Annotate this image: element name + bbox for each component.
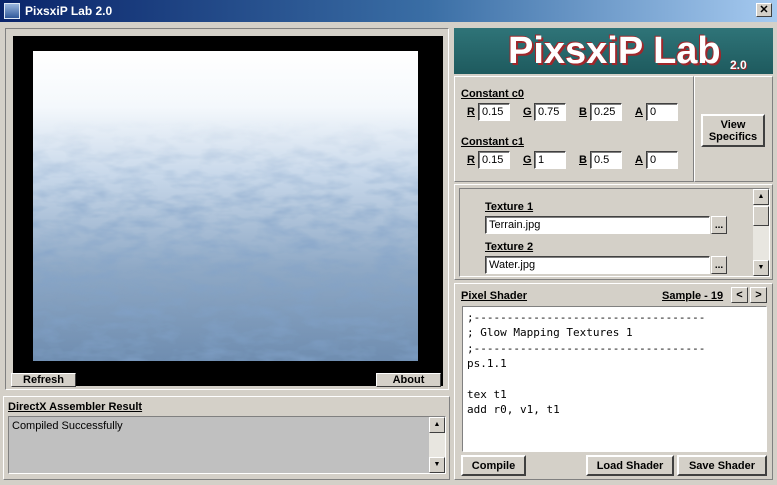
logo-text: PixsxiP Lab xyxy=(508,30,721,72)
save-shader-button[interactable]: Save Shader xyxy=(677,455,767,476)
logo-banner: PixsxiP Lab 2.0 xyxy=(454,28,773,74)
compile-button[interactable]: Compile xyxy=(461,455,526,476)
c0-r-field[interactable]: 0.15 xyxy=(478,103,510,121)
about-button[interactable]: About xyxy=(376,373,441,387)
textures-panel: Texture 1 Terrain.jpg ... Texture 2 Wate… xyxy=(454,184,773,280)
assembler-title: DirectX Assembler Result xyxy=(8,401,143,413)
rendered-water-preview xyxy=(33,51,418,361)
c1-r-field[interactable]: 0.15 xyxy=(478,151,510,169)
c1-b-label: B xyxy=(579,154,587,166)
scroll-up-icon[interactable]: ▲ xyxy=(753,189,769,205)
c0-g-field[interactable]: 0.75 xyxy=(534,103,566,121)
constants-panel: Constant c0 R 0.15 G 0.75 B 0.25 A 0 Con… xyxy=(454,76,694,182)
window-title: PixsxiP Lab 2.0 xyxy=(25,4,113,18)
close-button[interactable]: ✕ xyxy=(756,3,772,17)
view-specifics-button[interactable]: View Specifics xyxy=(701,114,765,147)
previous-sample-button[interactable]: < xyxy=(731,287,748,303)
sample-indicator: Sample - 19 xyxy=(662,290,724,302)
textures-scrollbar[interactable]: ▲ ▼ xyxy=(753,189,769,276)
render-viewport xyxy=(13,36,443,386)
logo-version: 2.0 xyxy=(730,58,747,72)
render-viewport-frame: Refresh About xyxy=(5,28,449,390)
assembler-panel: DirectX Assembler Result Compiled Succes… xyxy=(3,396,450,480)
load-shader-button[interactable]: Load Shader xyxy=(586,455,674,476)
constant-c0-title: Constant c0 xyxy=(461,88,524,100)
view-specifics-panel: View Specifics xyxy=(694,76,773,182)
next-sample-button[interactable]: > xyxy=(750,287,767,303)
c1-b-field[interactable]: 0.5 xyxy=(590,151,622,169)
c0-g-label: G xyxy=(523,106,532,118)
texture-2-browse-button[interactable]: ... xyxy=(711,256,727,274)
refresh-button[interactable]: Refresh xyxy=(11,373,76,387)
c1-r-label: R xyxy=(467,154,475,166)
c0-a-label: A xyxy=(635,106,643,118)
scroll-down-icon[interactable]: ▼ xyxy=(753,260,769,276)
c0-a-field[interactable]: 0 xyxy=(646,103,678,121)
pixel-shader-title: Pixel Shader xyxy=(461,290,528,302)
texture-2-title: Texture 2 xyxy=(485,241,534,253)
shader-code-editor[interactable]: ;----------------------------------- ; G… xyxy=(462,306,767,452)
scroll-down-icon[interactable]: ▼ xyxy=(429,457,445,473)
c0-b-field[interactable]: 0.25 xyxy=(590,103,622,121)
c0-r-label: R xyxy=(467,106,475,118)
c1-a-label: A xyxy=(635,154,643,166)
constant-c1-title: Constant c1 xyxy=(461,136,524,148)
title-bar: PixsxiP Lab 2.0 ✕ xyxy=(0,0,777,22)
texture-1-title: Texture 1 xyxy=(485,201,534,213)
c1-g-field[interactable]: 1 xyxy=(534,151,566,169)
assembler-output: Compiled Successfully ▲ ▼ xyxy=(8,416,446,474)
texture-2-field[interactable]: Water.jpg xyxy=(485,256,710,274)
texture-1-browse-button[interactable]: ... xyxy=(711,216,727,234)
textures-list: Texture 1 Terrain.jpg ... Texture 2 Wate… xyxy=(459,188,770,277)
scroll-thumb[interactable] xyxy=(753,206,769,226)
scroll-up-icon[interactable]: ▲ xyxy=(429,417,445,433)
assembler-scrollbar[interactable]: ▲ ▼ xyxy=(429,417,445,473)
assembler-result-text: Compiled Successfully xyxy=(12,420,123,432)
c1-g-label: G xyxy=(523,154,532,166)
c1-a-field[interactable]: 0 xyxy=(646,151,678,169)
c0-b-label: B xyxy=(579,106,587,118)
texture-1-field[interactable]: Terrain.jpg xyxy=(485,216,710,234)
app-icon xyxy=(4,3,20,19)
pixel-shader-panel: Pixel Shader Sample - 19 < > ;----------… xyxy=(454,283,773,480)
